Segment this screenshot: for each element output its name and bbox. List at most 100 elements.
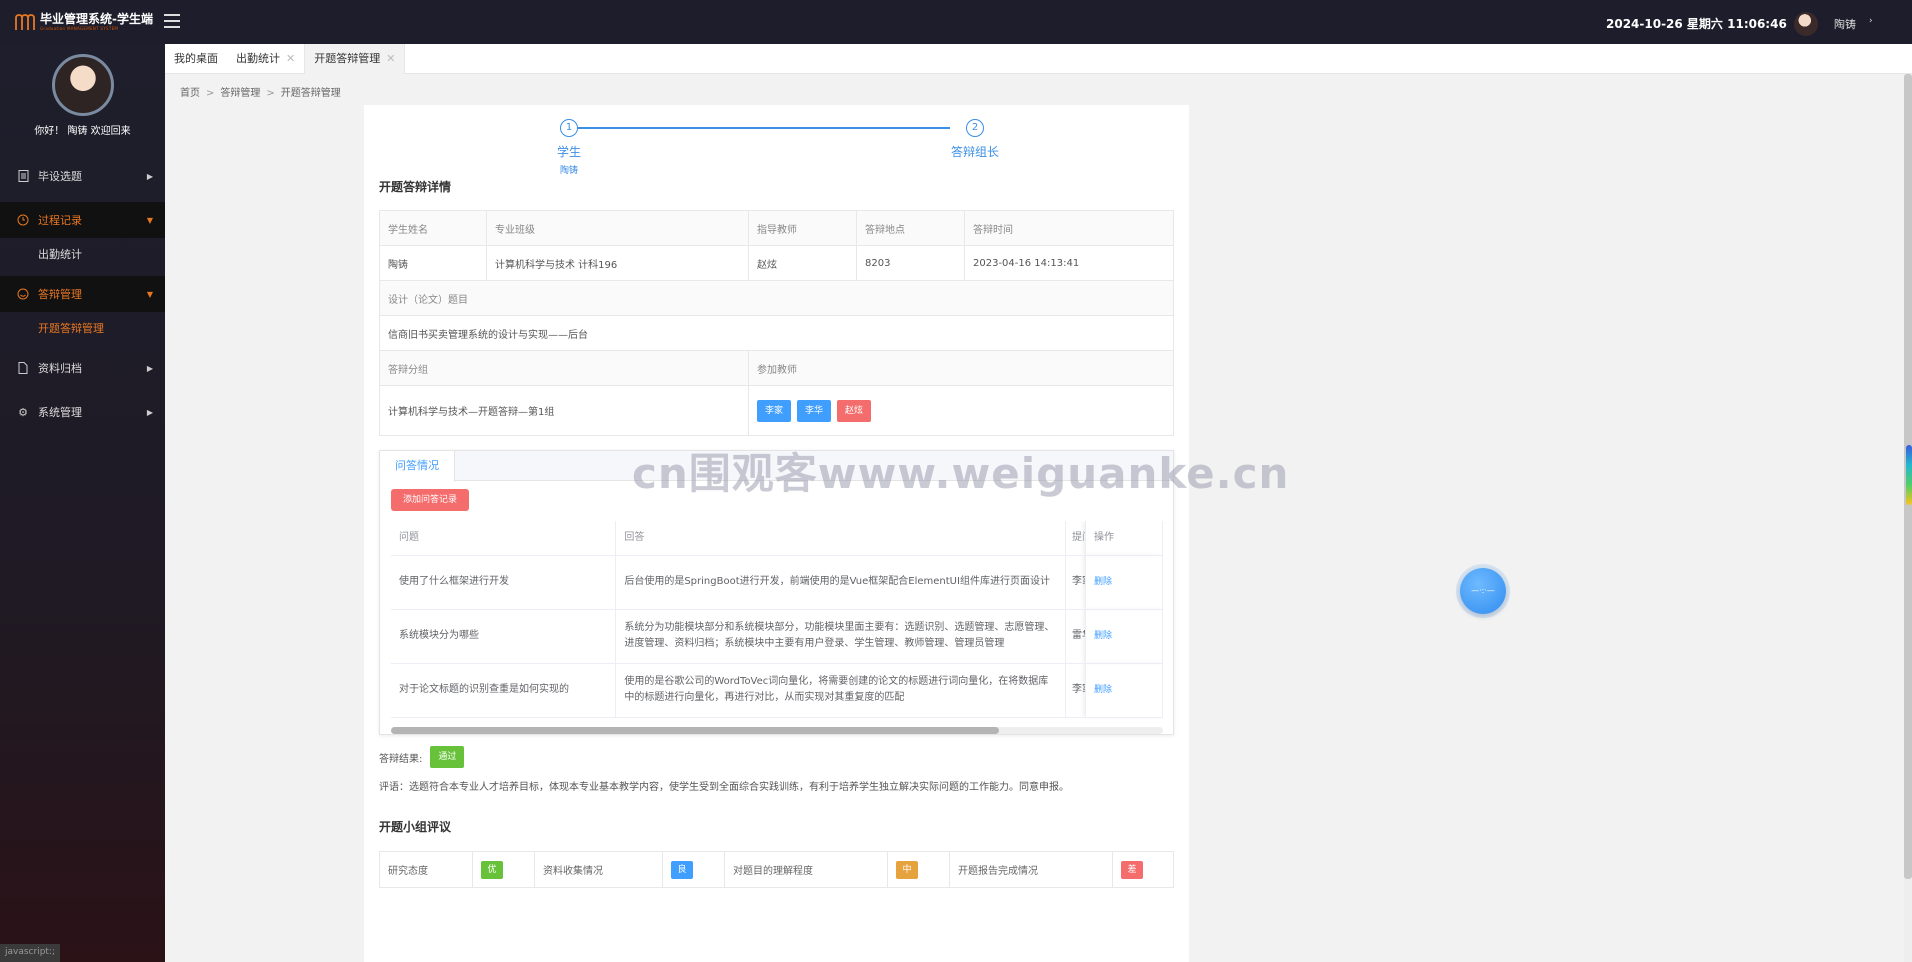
status-badge: 差: [1121, 860, 1143, 879]
horizontal-scrollbar[interactable]: [391, 727, 1163, 734]
document-icon: [16, 169, 30, 183]
tab-label: 开题答辩管理: [314, 52, 381, 65]
gear-icon: ⚙: [18, 405, 28, 419]
app-subtitle: Graduation MANAGEMENT SYSTEM: [40, 26, 119, 31]
step-2-circle: 2: [966, 119, 984, 137]
eval-grade-cell: 中: [887, 851, 950, 888]
vertical-scrollbar[interactable]: [1904, 74, 1912, 962]
teacher-tag[interactable]: 李家: [757, 399, 792, 422]
sidebar-item-archive[interactable]: 资料归档 ▶: [0, 346, 165, 390]
breadcrumb-defense[interactable]: 答辩管理: [220, 88, 260, 99]
qa-answer: 后台使用的是SpringBoot进行开发，前端使用的是Vue框架配合Elemen…: [615, 555, 1067, 610]
breadcrumb-separator: >: [206, 88, 215, 99]
chevron-down-icon: ▼: [146, 289, 153, 299]
header-cell: 提问: [1065, 521, 1087, 556]
breadcrumb-current: 开题答辩管理: [280, 88, 341, 99]
tab-label: 我的桌面: [174, 52, 218, 65]
major-class: 计算机科学与技术 计科196: [486, 245, 749, 281]
tab-desktop[interactable]: 我的桌面: [165, 44, 227, 74]
qa-question: 对于论文标题的识别查重是如何实现的: [391, 663, 617, 718]
tab-label: 出勤统计: [236, 52, 280, 65]
step-1-circle: 1: [560, 119, 578, 137]
header-cell: 答辩时间: [964, 210, 1174, 246]
detail-title: 开题答辩详情: [379, 180, 452, 194]
defense-time: 2023-04-16 14:13:41: [964, 245, 1174, 281]
sidebar-item-topic[interactable]: 毕设选题 ▶: [0, 154, 165, 198]
tab-qa[interactable]: 问答情况: [380, 451, 455, 482]
qa-op-cell: 删除: [1085, 555, 1163, 610]
chevron-right-icon: ▶: [146, 363, 153, 373]
add-qa-button[interactable]: 添加问答记录: [391, 489, 470, 511]
qa-answer: 系统分为功能模块部分和系统模块部分，功能模块里面主要有：选题识别、选题管理、志愿…: [615, 609, 1067, 664]
sidebar-item-system[interactable]: ⚙ 系统管理 ▶: [0, 390, 165, 434]
header-cell: 答辩地点: [856, 210, 965, 246]
sidebar-item-label: 资料归档: [38, 362, 82, 375]
header-cell: 回答: [615, 521, 1067, 556]
teacher-tag[interactable]: 赵炫: [837, 399, 872, 422]
qa-table-wrap[interactable]: 问题 回答 提问 操作 使用了什么框架进行开发 后台使用的是SpringBoot…: [391, 521, 1163, 726]
teacher-tag[interactable]: 李华: [797, 399, 832, 422]
sidebar-subitem-opening-defense[interactable]: 开题答辩管理: [0, 312, 165, 346]
qa-table: 问题 回答 提问 操作 使用了什么框架进行开发 后台使用的是SpringBoot…: [391, 521, 1163, 718]
close-icon[interactable]: ✕: [286, 44, 295, 74]
header-cell: 指导教师: [748, 210, 857, 246]
sidebar-menu: 毕设选题 ▶ 过程记录 ▼ 出勤统计 答辩管理 ▼ 开题答辩管理 资料归档 ▶: [0, 154, 165, 434]
smile-icon: [16, 287, 30, 301]
step-line: [560, 127, 950, 129]
user-name[interactable]: 陶铸: [1834, 16, 1856, 32]
group-value: 计算机科学与技术—开题答辩—第1组: [379, 385, 749, 436]
tab-bar: 我的桌面 出勤统计 ✕ 开题答辩管理 ✕: [165, 44, 1912, 74]
logo-icon: [15, 14, 35, 30]
status-badge: 中: [896, 860, 918, 879]
sidebar-item-label: 答辩管理: [38, 288, 82, 301]
watermark: cn围观客www.weiguanke.cn: [632, 449, 1290, 498]
profile-avatar: [52, 54, 114, 116]
eval-grade-cell: 良: [662, 851, 725, 888]
brand[interactable]: 毕业管理系统-学生端 Graduation MANAGEMENT SYSTEM: [14, 10, 153, 34]
table-row: 系统模块分为哪些 系统分为功能模块部分和系统模块部分，功能模块里面主要有：选题识…: [391, 609, 1163, 664]
defense-location: 8203: [856, 245, 965, 281]
topic-value: 信商旧书买卖管理系统的设计与实现——后台: [379, 315, 1174, 351]
header-cell: 专业班级: [486, 210, 749, 246]
tab-attendance[interactable]: 出勤统计 ✕: [227, 44, 304, 74]
qa-asker: 李家: [1065, 663, 1087, 718]
eval-label: 研究态度: [379, 851, 473, 888]
sidebar-item-label: 系统管理: [38, 406, 82, 419]
group-label: 答辩分组: [379, 350, 749, 386]
top-bar: 毕业管理系统-学生端 Graduation MANAGEMENT SYSTEM …: [0, 0, 1912, 44]
step-1-title: 学生: [556, 145, 581, 159]
scrollbar-thumb[interactable]: [391, 727, 999, 734]
delete-button[interactable]: 删除: [1094, 631, 1112, 641]
qa-answer: 使用的是谷歌公司的WordToVec词向量化，将需要创建的论文的标题进行词向量化…: [615, 663, 1067, 718]
sidebar: 你好！ 陶铸 欢迎回来 毕设选题 ▶ 过程记录 ▼ 出勤统计 答辩管理 ▼ 开题…: [0, 44, 165, 962]
floating-assistant-button[interactable]: —·:·—: [1460, 568, 1506, 614]
tab-opening-defense[interactable]: 开题答辩管理 ✕: [304, 44, 406, 74]
user-menu-caret-icon[interactable]: ›: [1869, 16, 1873, 26]
content-card: 1 学生 陶铸 2 答辩组长 开题答辩详情 学生姓名 专业班级 指导教师 答辩地…: [364, 105, 1189, 962]
chevron-down-icon: ▼: [146, 215, 153, 225]
chevron-right-icon: ▶: [146, 407, 153, 417]
topic-label: 设计（论文）题目: [379, 280, 1174, 316]
sidebar-item-label: 毕设选题: [38, 170, 82, 183]
chevron-right-icon: ▶: [146, 171, 153, 181]
sidebar-item-process[interactable]: 过程记录 ▼: [0, 202, 165, 238]
avatar[interactable]: [1794, 12, 1818, 36]
breadcrumb-home[interactable]: 首页: [180, 88, 200, 99]
qa-question: 使用了什么框架进行开发: [391, 555, 617, 610]
steps: 1 学生 陶铸 2 答辩组长: [364, 105, 1189, 176]
delete-button[interactable]: 删除: [1094, 685, 1112, 695]
advisor: 赵炫: [748, 245, 857, 281]
sidebar-item-label: 过程记录: [38, 214, 82, 227]
result-comment: 评语：选题符合本专业人才培养目标，体现本专业基本教学内容，使学生受到全面综合实践…: [379, 782, 1069, 793]
delete-button[interactable]: 删除: [1094, 577, 1112, 587]
app-title: 毕业管理系统-学生端: [40, 12, 153, 26]
breadcrumb-separator: >: [266, 88, 275, 99]
eval-label: 资料收集情况: [534, 851, 663, 888]
sidebar-subitem-attendance[interactable]: 出勤统计: [0, 238, 165, 272]
menu-toggle-icon[interactable]: [164, 14, 180, 28]
sidebar-item-defense[interactable]: 答辩管理 ▼: [0, 276, 165, 312]
detail-table: 学生姓名 专业班级 指导教师 答辩地点 答辩时间 陶铸 计算机科学与技术 计科1…: [379, 210, 1174, 436]
teacher-tags: 李家 李华 赵炫: [748, 385, 1174, 436]
status-badge: 优: [481, 860, 503, 879]
close-icon[interactable]: ✕: [386, 44, 395, 74]
